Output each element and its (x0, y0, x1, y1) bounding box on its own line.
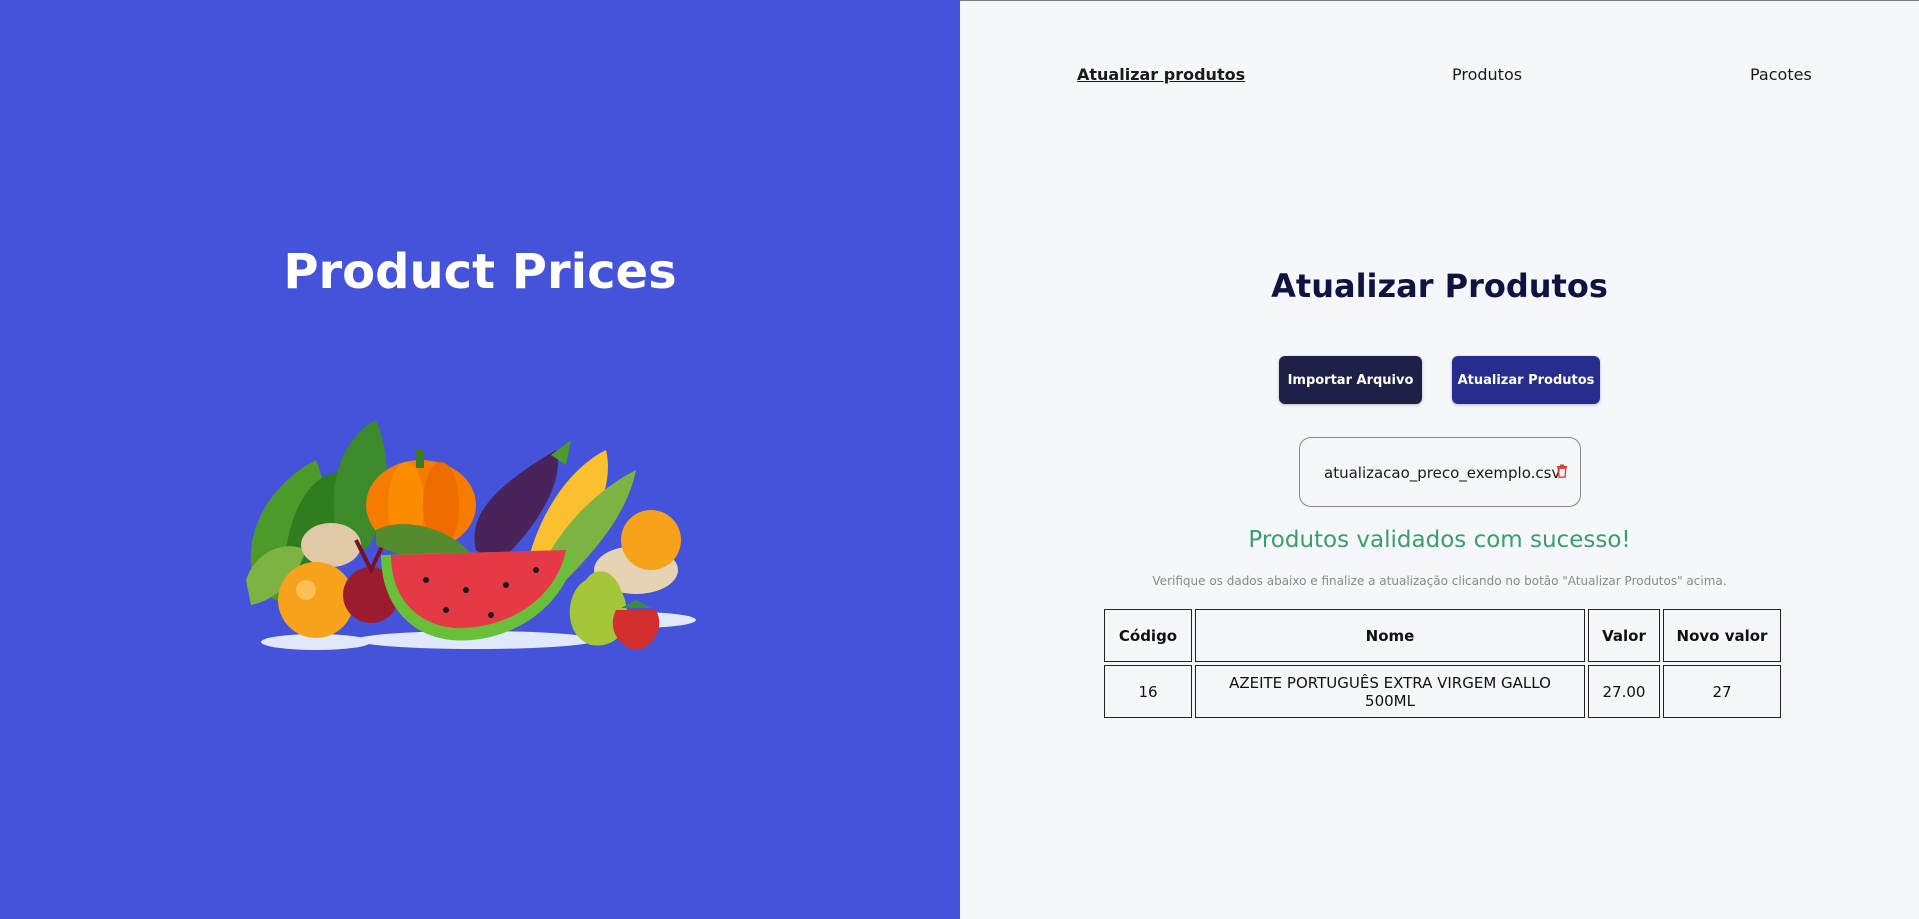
import-file-button[interactable]: Importar Arquivo (1279, 356, 1422, 404)
update-products-button[interactable]: Atualizar Produtos (1452, 356, 1600, 404)
selected-file-chip: atualizacao_preco_exemplo.csv (1299, 437, 1581, 507)
table-row: 16 AZEITE PORTUGUÊS EXTRA VIRGEM GALLO 5… (1104, 665, 1781, 718)
header-valor: Valor (1588, 609, 1660, 662)
header-nome: Nome (1195, 609, 1585, 662)
validation-table: Código Nome Valor Novo valor 16 AZEITE P… (1101, 606, 1784, 721)
brand-title: Product Prices (283, 244, 677, 300)
nav-atualizar-produtos[interactable]: Atualizar produtos (1077, 65, 1245, 84)
header-codigo: Código (1104, 609, 1192, 662)
page-title: Atualizar Produtos (1271, 267, 1608, 305)
brand-panel: Product Prices (0, 0, 960, 919)
cell-nome: AZEITE PORTUGUÊS EXTRA VIRGEM GALLO 500M… (1195, 665, 1585, 718)
table-header-row: Código Nome Valor Novo valor (1104, 609, 1781, 662)
hint-text: Verifique os dados abaixo e finalize a a… (1152, 574, 1727, 588)
nav-produtos[interactable]: Produtos (1452, 65, 1522, 84)
success-message: Produtos validados com sucesso! (1248, 527, 1631, 553)
trash-icon[interactable] (1556, 464, 1568, 478)
file-name: atualizacao_preco_exemplo.csv (1324, 464, 1561, 482)
vegetables-illustration (246, 420, 696, 650)
header-novo-valor: Novo valor (1663, 609, 1781, 662)
cell-codigo: 16 (1104, 665, 1192, 718)
cell-valor: 27.00 (1588, 665, 1660, 718)
nav-pacotes[interactable]: Pacotes (1750, 65, 1812, 84)
cell-novo-valor: 27 (1663, 665, 1781, 718)
content-panel: Atualizar produtos Produtos Pacotes Atua… (960, 0, 1919, 919)
